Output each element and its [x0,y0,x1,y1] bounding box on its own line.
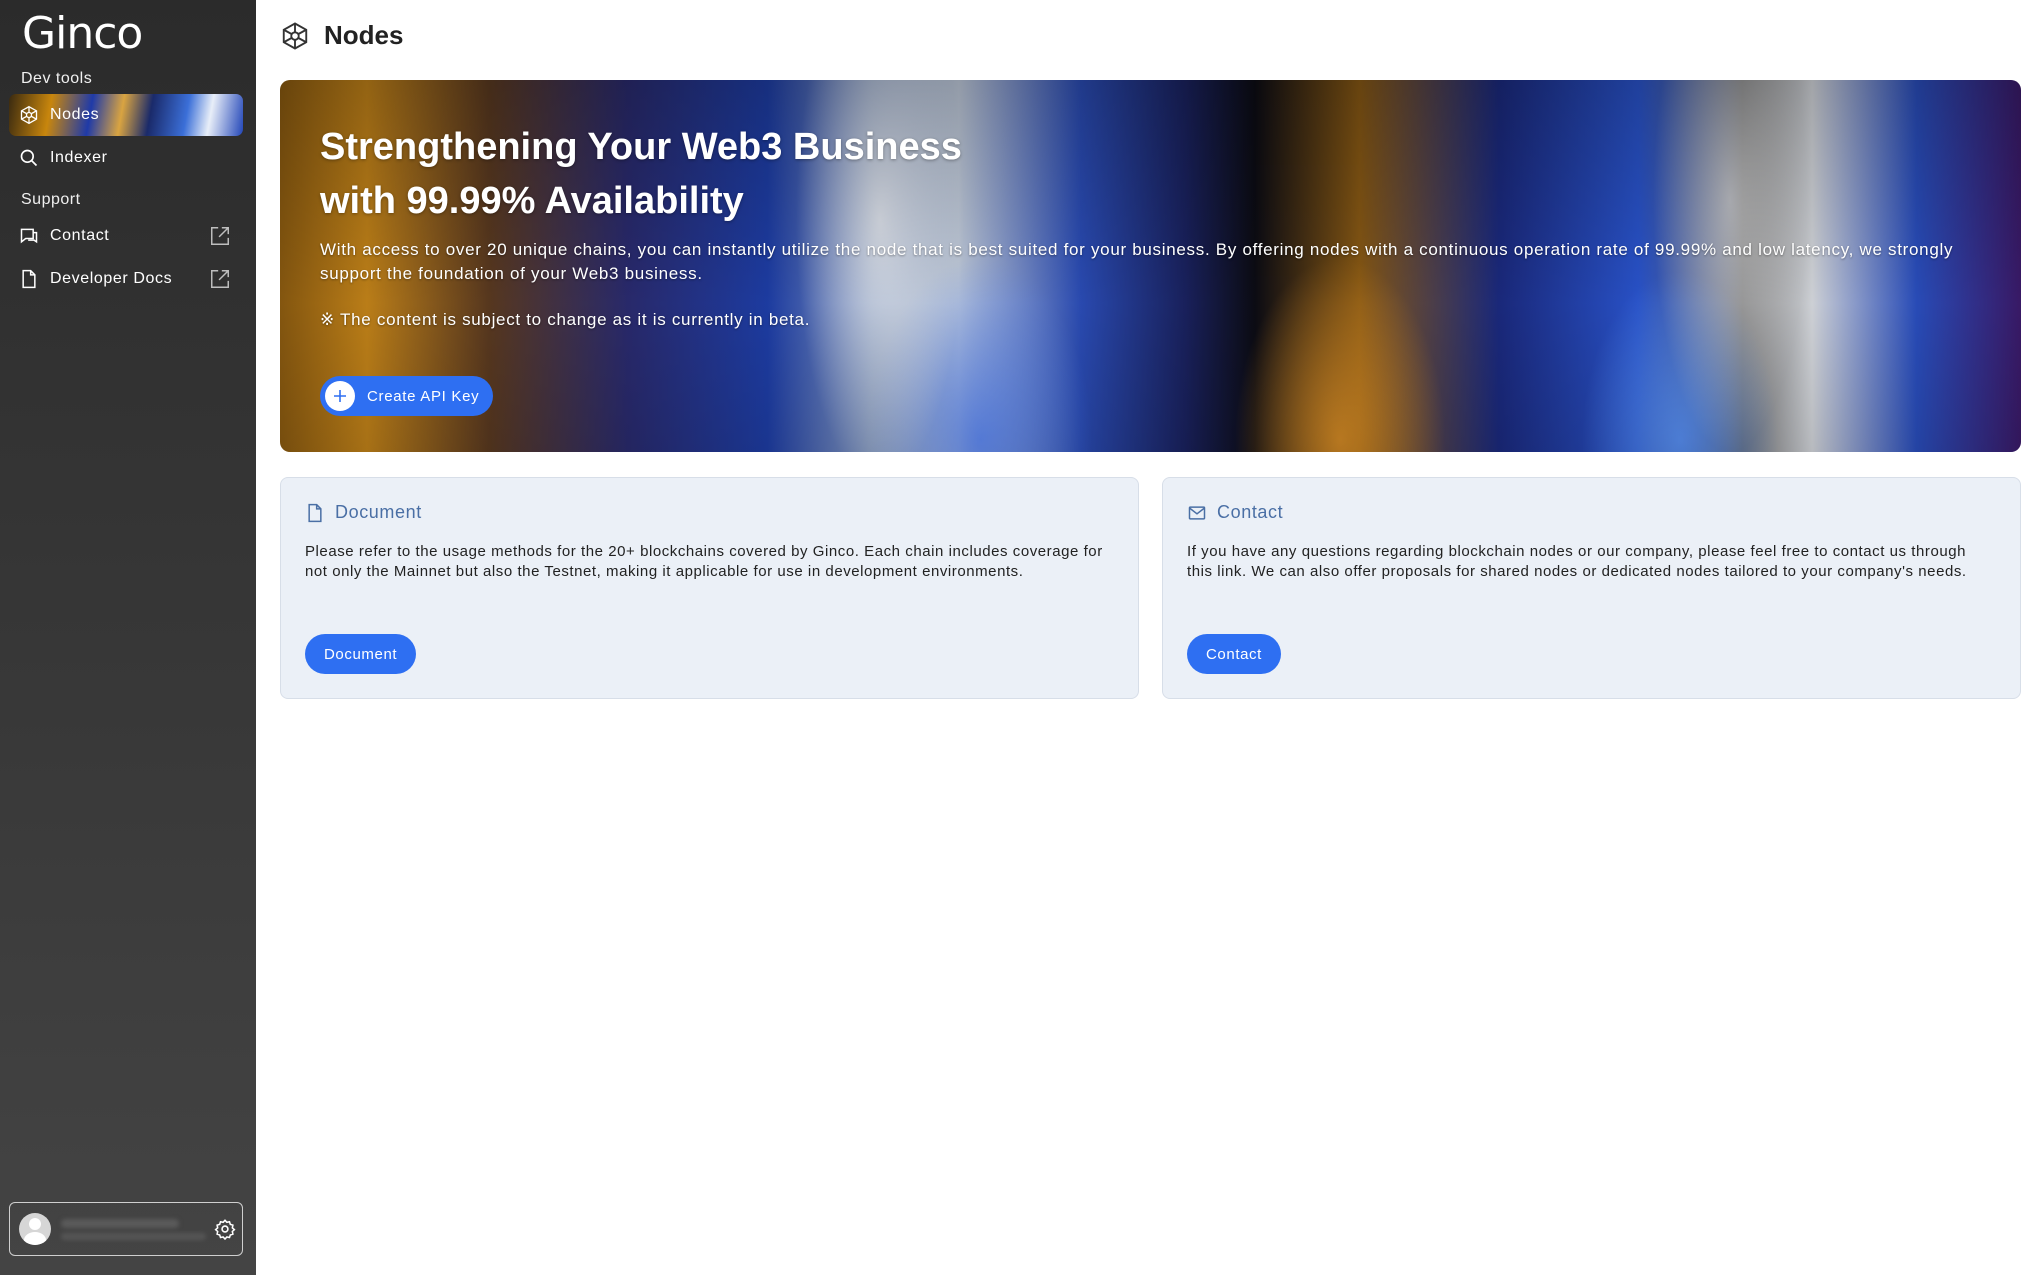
page-title: Nodes [324,20,404,50]
document-button[interactable]: Document [305,634,417,674]
contact-card-header: Contact [1187,502,1283,523]
hero-title-line2: with 99.99% Availability [320,180,744,222]
create-api-key-label: Create API Key [367,387,480,405]
sidebar-item-nodes[interactable]: Nodes [9,94,243,136]
user-account-box[interactable] [9,1202,243,1256]
hero-content: Strengthening Your Web3 Business with 99… [320,120,1961,416]
section-label-support: Support [21,191,81,208]
mail-icon [1188,505,1206,520]
document-icon [308,503,322,522]
search-icon [18,147,40,169]
external-link-icon [211,270,229,288]
avatar [19,1213,51,1245]
settings-gear-icon[interactable] [214,1218,236,1240]
sidebar-item-developer-docs[interactable]: Developer Docs [9,258,243,300]
contact-card-title: Contact [1217,502,1284,522]
sidebar-item-label: Developer Docs [50,270,173,287]
page-header: Nodes [280,20,403,51]
nodes-icon [18,104,40,126]
contact-button[interactable]: Contact [1187,634,1281,674]
main-content: Nodes Strengthening Your Web3 Business w… [256,0,2038,1275]
plus-icon [325,381,355,411]
sidebar-item-label: Indexer [50,149,108,166]
hero-title-line1: Strengthening Your Web3 Business [320,126,962,168]
user-name-blurred [61,1218,179,1228]
hero-description: With access to over 20 unique chains, yo… [320,240,1954,283]
document-icon [18,268,40,290]
ginco-logo[interactable]: Ginco [22,8,143,59]
external-link-icon [211,227,229,245]
sidebar-item-label: Contact [50,227,110,244]
contact-card-body: If you have any questions regarding bloc… [1187,543,1967,580]
document-card: Document Please refer to the usage metho… [280,477,1139,699]
sidebar-item-contact[interactable]: Contact [9,215,243,257]
create-api-key-button[interactable]: Create API Key [320,376,494,416]
sidebar: Ginco Dev tools Nodes Indexer Support Co… [0,0,256,1275]
hero-title: Strengthening Your Web3 Business with 99… [320,120,1961,228]
document-card-title: Document [335,502,422,522]
document-card-body: Please refer to the usage methods for th… [305,543,1103,580]
sidebar-item-indexer[interactable]: Indexer [9,137,243,179]
contact-card: Contact If you have any questions regard… [1162,477,2021,699]
user-info-blurred [61,1218,206,1240]
hero-beta-note: ※ The content is subject to change as it… [320,310,811,329]
chat-icon [18,225,40,247]
nodes-icon [282,21,308,50]
section-label-dev-tools: Dev tools [21,70,93,87]
sidebar-item-label: Nodes [50,106,100,123]
user-email-blurred [61,1232,206,1240]
document-card-header: Document [305,502,422,523]
hero-banner: Strengthening Your Web3 Business with 99… [280,80,2021,452]
